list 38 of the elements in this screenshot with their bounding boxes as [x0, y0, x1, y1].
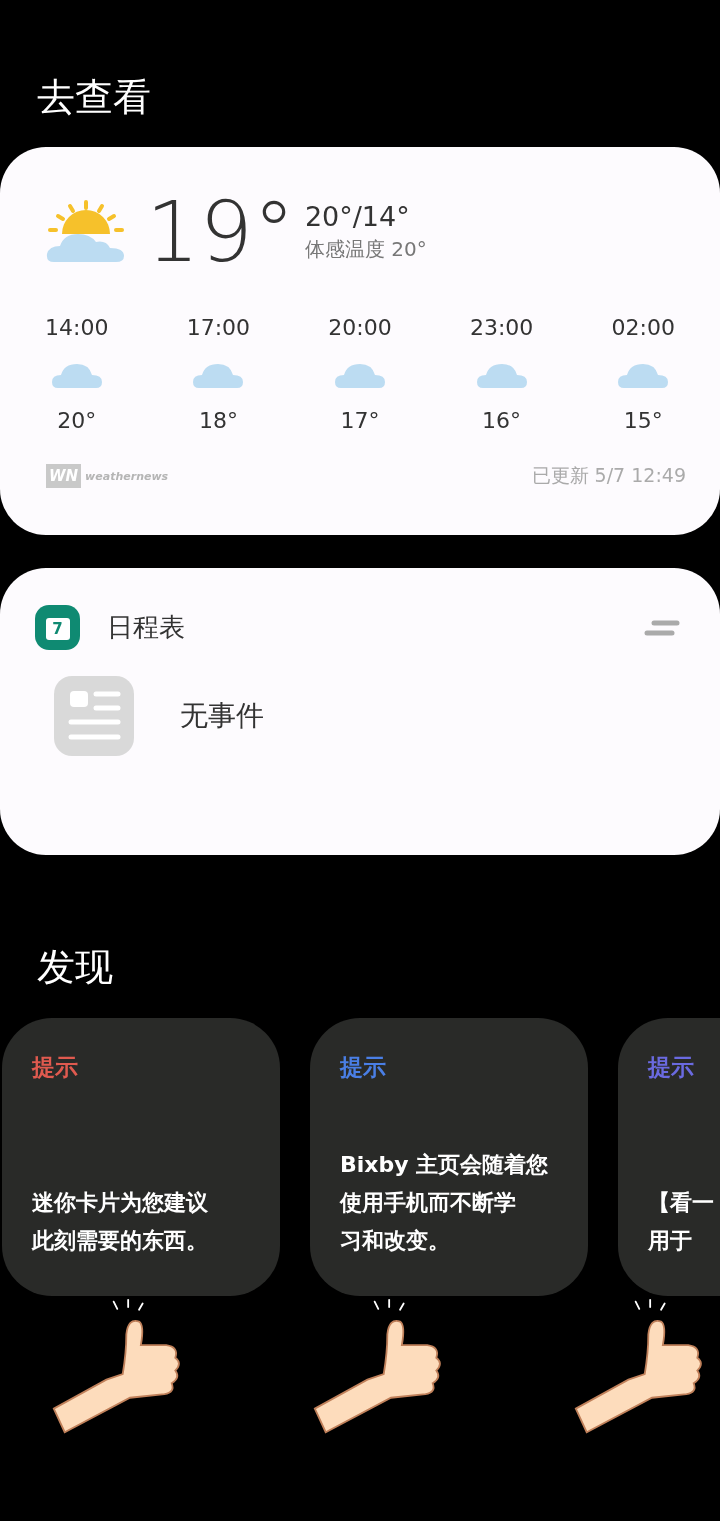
cloud-icon [193, 362, 244, 388]
tip-text: 【看一 用于 [648, 1189, 715, 1255]
calendar-icon: 7 [35, 605, 80, 650]
cloud-icon [335, 362, 385, 388]
hour-temperature: 18° [198, 408, 238, 433]
tip-text: 迷你卡片为您建议 此刻需要的东西。 [32, 1189, 209, 1255]
hour-time: 14:00 [45, 315, 109, 340]
hour-time: 23:00 [469, 315, 534, 340]
hour-temperature: 16° [482, 408, 522, 433]
tip-label: 提示 [32, 1053, 78, 1082]
hour-temperature: 20° [57, 408, 97, 433]
high-low-temperature: 20°/14° [304, 201, 411, 232]
cloud-icon [476, 362, 527, 388]
hour-time: 17:00 [186, 315, 251, 340]
tip-card[interactable]: 提示 迷你卡片为您建议 此刻需要的东西。 [2, 1018, 280, 1296]
source-name: weathernews [85, 469, 169, 483]
cloud-icon [618, 362, 669, 388]
hour-temperature: 17° [340, 408, 380, 433]
schedule-card[interactable]: 7 日程表 无事件 [0, 568, 720, 855]
tip-label: 提示 [648, 1053, 694, 1082]
cloud-icon [51, 362, 102, 388]
hour-time: 20:00 [328, 315, 392, 340]
tip-card[interactable]: 提示 Bixby 主页会随着您 使用手机而不断学 习和改变。 [310, 1018, 588, 1296]
tip-text: Bixby 主页会随着您 使用手机而不断学 习和改变。 [340, 1151, 550, 1255]
document-icon [54, 676, 134, 756]
updated-time: 已更新 5/7 12:49 [531, 463, 686, 488]
card-title: 日程表 [107, 611, 186, 644]
hour-time: 02:00 [611, 315, 675, 340]
empty-message: 无事件 [180, 698, 264, 734]
tip-card[interactable]: 提示 【看一 用于 [618, 1018, 720, 1296]
partly-sunny-icon [46, 200, 126, 264]
feels-like-temperature: 体感温度 20° [304, 236, 427, 263]
section-heading: 发现 [36, 944, 113, 990]
section-heading: 去查看 [36, 74, 151, 120]
current-temperature: 19° [146, 187, 295, 277]
drag-handle-icon[interactable] [644, 618, 680, 637]
tip-label: 提示 [340, 1053, 386, 1082]
hour-temperature: 15° [623, 408, 663, 433]
